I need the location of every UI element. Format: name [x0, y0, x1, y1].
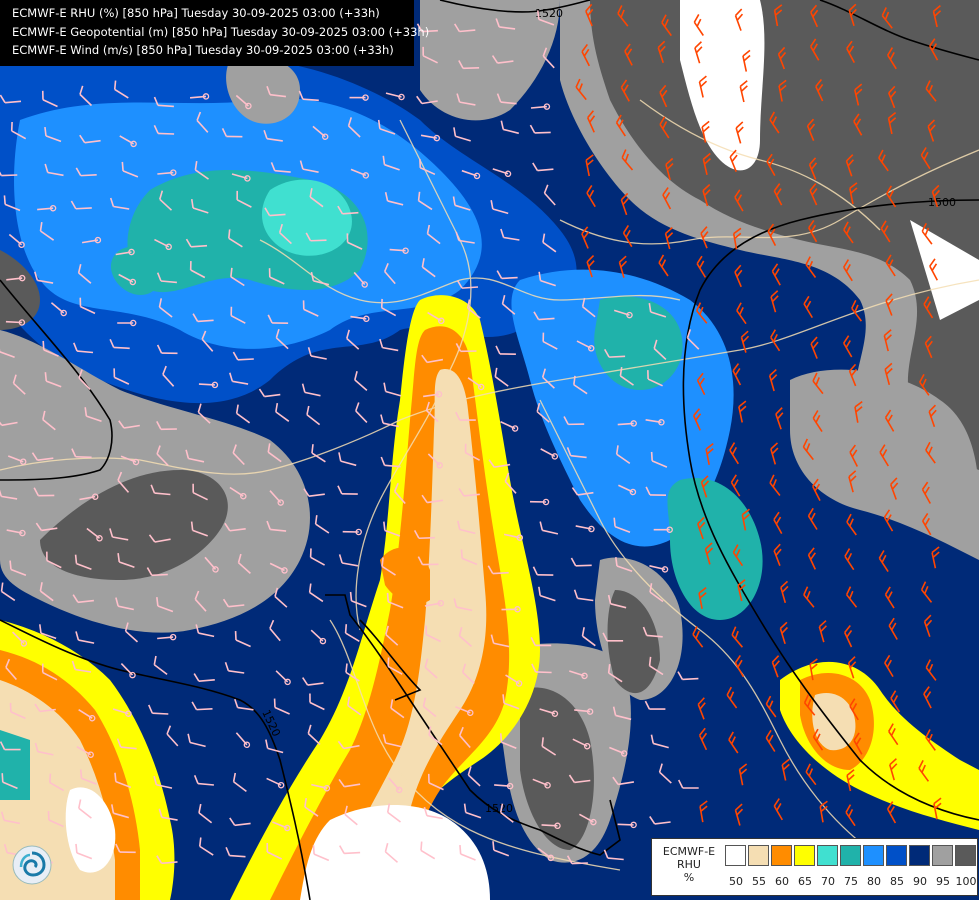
legend-label: 85 [890, 875, 904, 888]
legend-swatch [909, 845, 930, 866]
legend-swatch [748, 845, 769, 866]
legend-swatch [932, 845, 953, 866]
title-rhu: ECMWF-E RHU (%) [850 hPa] Tuesday 30-09-… [12, 6, 380, 20]
title-geopotential: ECMWF-E Geopotential (m) [850 hPa] Tuesd… [12, 24, 430, 39]
legend-label: 100 [955, 875, 977, 888]
legend-label: 60 [775, 875, 789, 888]
contour-label-1520-bottom: 1520 [485, 802, 513, 815]
legend-label: 80 [867, 875, 881, 888]
legend-unit: % [683, 871, 695, 884]
legend-label: 50 [729, 875, 743, 888]
legend-title: ECMWF-E RHU % [658, 845, 720, 884]
legend-swatch [794, 845, 815, 866]
legend-label: 90 [913, 875, 927, 888]
legend-swatch [863, 845, 884, 866]
legend-swatch [725, 845, 746, 866]
map-title-box: ECMWF-E RHU (%) [850 hPa] Tuesday 30-09-… [0, 0, 430, 66]
legend-label: 95 [936, 875, 950, 888]
ecmwf-logo-icon [12, 845, 52, 885]
rhu-band-75-patch-sw [0, 730, 30, 800]
legend-label: 65 [798, 875, 812, 888]
weather-map: 1520 1500 1520 1520 [0, 0, 979, 900]
contour-label-1500: 1500 [928, 196, 956, 209]
legend-label: 55 [752, 875, 766, 888]
legend-swatch [840, 845, 861, 866]
legend-label: 70 [821, 875, 835, 888]
legend-swatch [955, 845, 976, 866]
legend-swatch [771, 845, 792, 866]
legend-swatch [817, 845, 838, 866]
legend-variable: RHU [677, 858, 701, 871]
rhu-legend: ECMWF-E RHU % 50 55 60 65 70 75 80 85 90 95 100 [651, 838, 978, 896]
legend-label: 75 [844, 875, 858, 888]
legend-swatch [886, 845, 907, 866]
legend-model: ECMWF-E [662, 845, 716, 858]
title-wind: ECMWF-E Wind (m/s) [850 hPa] Tuesday 30-… [12, 43, 394, 57]
